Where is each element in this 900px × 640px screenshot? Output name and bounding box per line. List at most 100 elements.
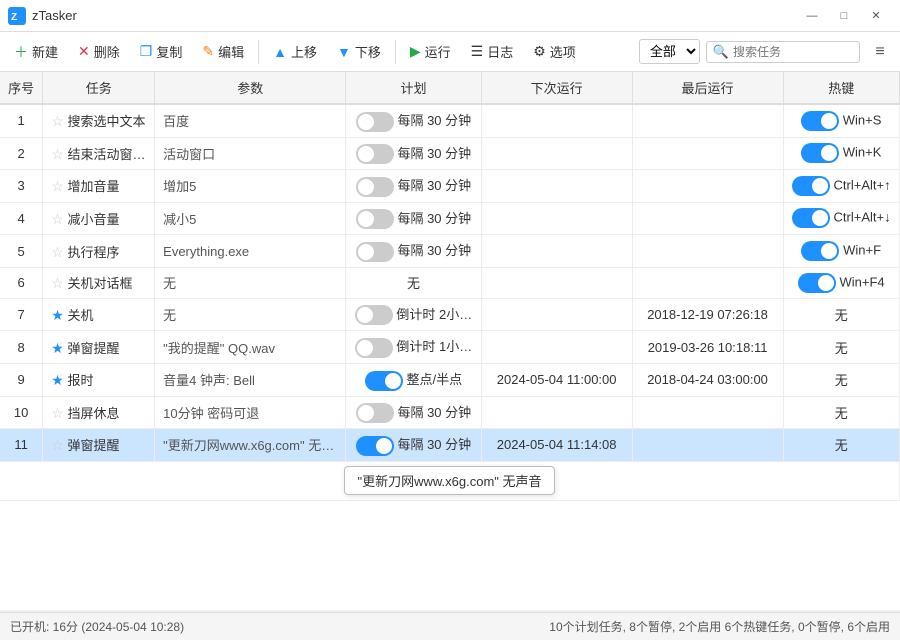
schedule-toggle[interactable] (356, 209, 394, 229)
table-row[interactable]: 4☆ 减小音量减小5 每隔 30 分钟 Ctrl+Alt+↓ (0, 202, 900, 235)
cell-task: ☆ 关机对话框 (43, 267, 155, 298)
table-row[interactable]: 11☆ 弹窗提醒"更新刀网www.x6g.com" 无… 每隔 30 分钟202… (0, 429, 900, 462)
schedule-toggle[interactable] (356, 177, 394, 197)
hotkey-toggle[interactable] (798, 273, 836, 293)
tooltip-row: "更新刀网www.x6g.com" 无声音 (0, 461, 900, 500)
cell-next-run (481, 137, 632, 170)
win-controls: — □ ✕ (796, 0, 892, 32)
toolbar: ＋ 新建 ✕ 删除 ❐ 复制 ✎ 编辑 ▲ 上移 ▼ 下移 ▶ 运行 ☰ 日志 … (0, 32, 900, 72)
hotkey-text: 无 (835, 341, 848, 356)
filter-select[interactable]: 全部 (639, 39, 700, 64)
new-button[interactable]: ＋ 新建 (6, 38, 66, 66)
cell-num: 3 (0, 170, 43, 203)
col-header-num: 序号 (0, 72, 43, 104)
minimize-button[interactable]: — (796, 0, 828, 32)
cell-num: 9 (0, 363, 43, 396)
schedule-toggle[interactable] (356, 144, 394, 164)
cell-hotkey: 无 (783, 429, 899, 462)
cell-hotkey: 无 (783, 396, 899, 429)
cell-num: 8 (0, 331, 43, 364)
edit-icon: ✎ (202, 43, 214, 60)
hotkey-toggle[interactable] (801, 241, 839, 261)
edit-button[interactable]: ✎ 编辑 (194, 38, 252, 65)
star-icon[interactable]: ☆ (51, 178, 64, 194)
close-button[interactable]: ✕ (860, 0, 892, 32)
cell-schedule: 每隔 30 分钟 (346, 235, 481, 268)
search-input[interactable] (733, 45, 853, 59)
star-icon[interactable]: ★ (51, 340, 64, 356)
options-button[interactable]: ⚙ 选项 (525, 38, 584, 65)
star-icon[interactable]: ☆ (51, 275, 64, 291)
cell-num: 6 (0, 267, 43, 298)
table-row[interactable]: 6☆ 关机对话框无无 Win+F4 (0, 267, 900, 298)
task-table: 序号 任务 参数 计划 下次运行 最后运行 热键 1☆ 搜索选中文本百度 每隔 … (0, 72, 900, 501)
cell-hotkey: Ctrl+Alt+↑ (783, 170, 899, 203)
menu-icon-button[interactable]: ≡ (866, 38, 894, 66)
star-icon[interactable]: ☆ (51, 113, 64, 129)
copy-icon: ❐ (140, 43, 153, 60)
table-row[interactable]: 7★ 关机无 倒计时 2小…2018-12-19 07:26:18无 (0, 298, 900, 331)
cell-hotkey: 无 (783, 363, 899, 396)
cell-num: 5 (0, 235, 43, 268)
hotkey-text: Win+F (843, 242, 881, 257)
cell-num: 1 (0, 104, 43, 137)
down-button[interactable]: ▼ 下移 (329, 38, 389, 65)
hotkey-text: 无 (835, 373, 848, 388)
table-row[interactable]: 1☆ 搜索选中文本百度 每隔 30 分钟 Win+S (0, 104, 900, 137)
schedule-text: 每隔 30 分钟 (397, 113, 471, 128)
titlebar: Z zTasker — □ ✕ (0, 0, 900, 32)
up-icon: ▲ (273, 44, 287, 60)
schedule-toggle[interactable] (355, 305, 393, 325)
schedule-text: 整点/半点 (407, 372, 463, 387)
schedule-toggle[interactable] (356, 242, 394, 262)
cell-num: 11 (0, 429, 43, 462)
cell-schedule: 无 (346, 267, 481, 298)
maximize-button[interactable]: □ (828, 0, 860, 32)
table-row[interactable]: 5☆ 执行程序Everything.exe 每隔 30 分钟 Win+F (0, 235, 900, 268)
run-button[interactable]: ▶ 运行 (402, 38, 459, 65)
star-icon[interactable]: ☆ (51, 405, 64, 421)
star-icon[interactable]: ☆ (51, 146, 64, 162)
cell-schedule: 倒计时 1小… (346, 331, 481, 364)
toolbar-right: 全部 🔍 ≡ (639, 38, 894, 66)
schedule-toggle[interactable] (356, 112, 394, 132)
schedule-text: 每隔 30 分钟 (397, 243, 471, 258)
schedule-toggle[interactable] (365, 371, 403, 391)
hotkey-toggle[interactable] (792, 208, 830, 228)
cell-num: 10 (0, 396, 43, 429)
cell-hotkey: 无 (783, 298, 899, 331)
table-wrapper: 序号 任务 参数 计划 下次运行 最后运行 热键 1☆ 搜索选中文本百度 每隔 … (0, 72, 900, 610)
table-row[interactable]: 10☆ 挡屏休息10分钟 密码可退 每隔 30 分钟无 (0, 396, 900, 429)
up-button[interactable]: ▲ 上移 (265, 38, 325, 65)
search-box: 🔍 (706, 41, 860, 63)
cell-next-run: 2024-05-04 11:00:00 (481, 363, 632, 396)
copy-button[interactable]: ❐ 复制 (132, 38, 191, 65)
schedule-toggle[interactable] (356, 436, 394, 456)
log-button[interactable]: ☰ 日志 (463, 38, 522, 65)
hotkey-toggle[interactable] (801, 143, 839, 163)
tooltip-box: "更新刀网www.x6g.com" 无声音 (344, 466, 554, 495)
cell-params: "更新刀网www.x6g.com" 无… (155, 429, 346, 462)
schedule-toggle[interactable] (356, 403, 394, 423)
delete-button[interactable]: ✕ 删除 (70, 38, 128, 65)
schedule-text: 倒计时 2小… (396, 307, 472, 322)
cell-schedule: 整点/半点 (346, 363, 481, 396)
search-icon: 🔍 (713, 44, 729, 60)
schedule-toggle[interactable] (355, 338, 393, 358)
star-icon[interactable]: ☆ (51, 437, 64, 453)
star-icon[interactable]: ☆ (51, 211, 64, 227)
table-row[interactable]: 9★ 报时音量4 钟声: Bell 整点/半点2024-05-04 11:00:… (0, 363, 900, 396)
star-icon[interactable]: ★ (51, 372, 64, 388)
status-right: 10个计划任务, 8个暂停, 2个启用 6个热键任务, 0个暂停, 6个启用 (549, 618, 890, 635)
star-icon[interactable]: ☆ (51, 244, 64, 260)
cell-params: "我的提醒" QQ.wav (155, 331, 346, 364)
cell-schedule: 每隔 30 分钟 (346, 202, 481, 235)
table-row[interactable]: 2☆ 结束活动窗…活动窗口 每隔 30 分钟 Win+K (0, 137, 900, 170)
col-header-last: 最后运行 (632, 72, 783, 104)
hotkey-toggle[interactable] (801, 111, 839, 131)
star-icon[interactable]: ★ (51, 307, 64, 323)
table-row[interactable]: 3☆ 增加音量增加5 每隔 30 分钟 Ctrl+Alt+↑ (0, 170, 900, 203)
hotkey-toggle[interactable] (792, 176, 830, 196)
cell-last-run: 2019-03-26 10:18:11 (632, 331, 783, 364)
table-row[interactable]: 8★ 弹窗提醒"我的提醒" QQ.wav 倒计时 1小…2019-03-26 1… (0, 331, 900, 364)
